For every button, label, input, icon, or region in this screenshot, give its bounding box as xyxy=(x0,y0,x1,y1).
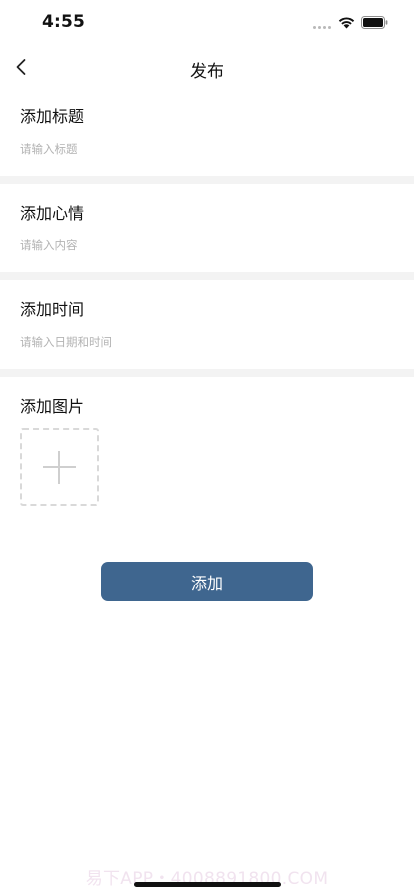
image-label: 添加图片 xyxy=(20,397,85,416)
wifi-icon xyxy=(338,17,355,29)
publish-screen: 4:55 发布 添加标题 添加心情 xyxy=(0,0,414,896)
mood-input[interactable] xyxy=(20,234,390,256)
signal-icon xyxy=(313,26,333,30)
title-label: 添加标题 xyxy=(20,107,85,126)
title-input[interactable] xyxy=(20,138,390,160)
image-upload-button[interactable] xyxy=(20,428,99,506)
datetime-input[interactable] xyxy=(20,331,390,353)
section-divider xyxy=(0,176,414,184)
time-section: 添加时间 xyxy=(0,280,414,369)
add-button[interactable]: 添加 xyxy=(101,562,313,601)
nav-bar: 发布 xyxy=(0,46,414,90)
section-divider xyxy=(0,272,414,280)
status-time: 4:55 xyxy=(42,12,86,32)
status-bar: 4:55 xyxy=(0,0,414,46)
page-title: 发布 xyxy=(190,62,224,82)
title-section: 添加标题 xyxy=(0,90,414,176)
plus-icon xyxy=(43,451,76,484)
section-divider xyxy=(0,369,414,377)
battery-icon xyxy=(361,16,388,29)
mood-section: 添加心情 xyxy=(0,184,414,272)
mood-label: 添加心情 xyxy=(20,204,85,223)
time-label: 添加时间 xyxy=(20,300,85,319)
home-indicator xyxy=(134,882,281,887)
